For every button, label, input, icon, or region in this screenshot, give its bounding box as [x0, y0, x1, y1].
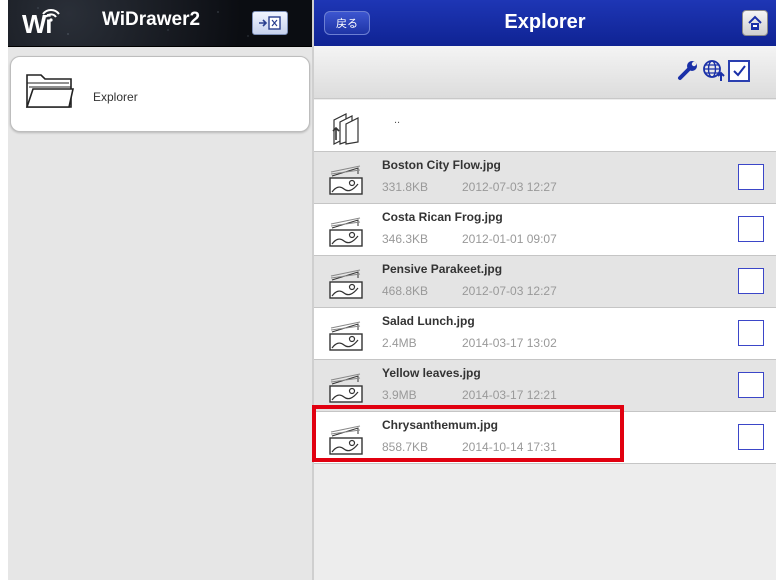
sidebar: Wi WiDrawer2 Explorer	[8, 0, 312, 580]
file-meta: 2.4MB 2014-03-17 13:02	[382, 336, 557, 350]
file-meta: 468.8KB 2012-07-03 12:27	[382, 284, 557, 298]
file-checkbox[interactable]	[738, 424, 764, 450]
file-row[interactable]: Salad Lunch.jpg 2.4MB 2014-03-17 13:02	[314, 308, 776, 360]
file-meta: 331.8KB 2012-07-03 12:27	[382, 180, 557, 194]
file-meta: 346.3KB 2012-01-01 09:07	[382, 232, 557, 246]
file-size: 2.4MB	[382, 336, 417, 350]
sidebar-item-explorer[interactable]: Explorer	[10, 56, 310, 132]
sidebar-item-label: Explorer	[93, 90, 138, 104]
highlight-box	[312, 405, 624, 462]
file-size: 3.9MB	[382, 388, 417, 402]
image-file-icon	[329, 217, 363, 247]
folder-icon	[25, 74, 74, 108]
checkbox-icon	[733, 65, 746, 77]
file-row[interactable]: Boston City Flow.jpg 331.8KB 2012-07-03 1…	[314, 152, 776, 204]
explorer-pane: 戻る Explorer .. Boston City Flow.jpg 331.…	[314, 0, 776, 580]
navigation-bar: 戻る Explorer	[314, 0, 776, 47]
image-file-icon	[329, 269, 363, 299]
image-file-icon	[329, 165, 363, 195]
file-date: 2014-03-17 13:02	[462, 336, 557, 350]
file-name: Costa Rican Frog.jpg	[382, 210, 503, 224]
parent-folder-row[interactable]: ..	[314, 100, 776, 152]
file-size: 468.8KB	[382, 284, 429, 298]
wrench-icon	[678, 61, 697, 80]
parent-folder-label: ..	[394, 114, 401, 126]
parent-folder-icon	[332, 113, 359, 145]
file-date: 2012-01-01 09:07	[462, 232, 557, 246]
file-name: Pensive Parakeet.jpg	[382, 262, 503, 276]
globe-icon	[703, 60, 725, 81]
file-name: Boston City Flow.jpg	[382, 158, 501, 172]
home-icon	[748, 15, 762, 30]
page-title: Explorer	[504, 11, 586, 33]
file-size: 331.8KB	[382, 180, 429, 194]
app-logo: Wi	[20, 6, 68, 40]
file-row[interactable]: Costa Rican Frog.jpg 346.3KB 2012-01-01 0…	[314, 204, 776, 256]
file-row[interactable]: Pensive Parakeet.jpg 468.8KB 2012-07-03 1…	[314, 256, 776, 308]
wifi-icon	[42, 9, 60, 22]
sidebar-header: Wi WiDrawer2	[8, 0, 312, 47]
exit-icon	[259, 16, 281, 30]
file-size: 346.3KB	[382, 232, 429, 246]
file-checkbox[interactable]	[738, 372, 764, 398]
home-button[interactable]	[742, 10, 768, 36]
select-all-button[interactable]	[728, 60, 750, 82]
image-file-icon	[329, 373, 363, 403]
settings-button[interactable]	[676, 58, 700, 82]
network-button[interactable]	[702, 58, 726, 82]
file-checkbox[interactable]	[738, 216, 764, 242]
toolbar	[314, 46, 776, 99]
file-checkbox[interactable]	[738, 268, 764, 294]
file-checkbox[interactable]	[738, 320, 764, 346]
file-date: 2012-07-03 12:27	[462, 284, 557, 298]
file-date: 2014-03-17 12:21	[462, 388, 557, 402]
file-name: Yellow leaves.jpg	[382, 366, 481, 380]
app-title: WiDrawer2	[102, 9, 201, 30]
image-file-icon	[329, 321, 363, 351]
exit-button[interactable]	[252, 11, 288, 35]
file-date: 2012-07-03 12:27	[462, 180, 557, 194]
file-meta: 3.9MB 2014-03-17 12:21	[382, 388, 557, 402]
file-checkbox[interactable]	[738, 164, 764, 190]
file-name: Salad Lunch.jpg	[382, 314, 475, 328]
